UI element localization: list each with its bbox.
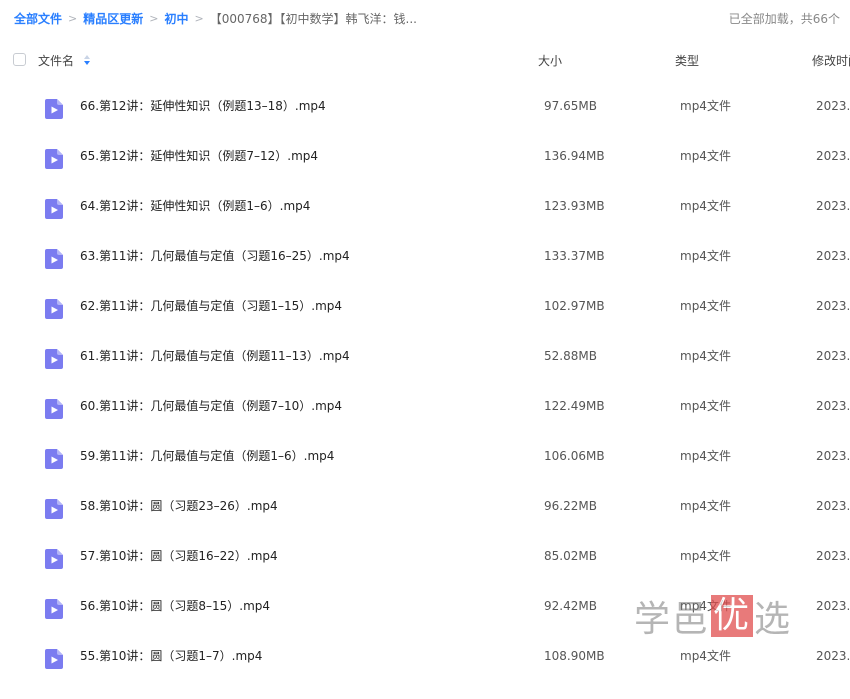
- file-modified-time: 2023.0: [816, 149, 850, 163]
- video-file-icon: [44, 348, 64, 370]
- file-size: 85.02MB: [544, 549, 597, 563]
- chevron-right-icon: >: [149, 12, 159, 25]
- breadcrumb-current-folder: 【000768】【初中数学】韩飞洋：钱...: [209, 12, 417, 26]
- file-modified-time: 2023.0: [816, 399, 850, 413]
- file-name[interactable]: 64.第12讲：延伸性知识（例题1–6）.mp4: [80, 199, 310, 213]
- file-modified-time: 2023.0: [816, 599, 850, 613]
- file-type: mp4文件: [680, 499, 731, 513]
- video-file-icon: [44, 448, 64, 470]
- watermark-char: 学: [634, 599, 673, 640]
- file-type: mp4文件: [680, 249, 731, 263]
- file-size: 97.65MB: [544, 99, 597, 113]
- watermark-char: 选: [754, 599, 793, 640]
- file-modified-time: 2023.0: [816, 549, 850, 563]
- file-row[interactable]: 66.第12讲：延伸性知识（例题13–18）.mp4 97.65MB mp4文件 20…: [0, 99, 850, 149]
- file-type: mp4文件: [680, 399, 731, 413]
- video-file-icon: [44, 648, 64, 670]
- video-file-icon: [44, 298, 64, 320]
- file-modified-time: 2023.0: [816, 299, 850, 313]
- video-file-icon: [44, 548, 64, 570]
- file-size: 136.94MB: [544, 149, 605, 163]
- watermark-logo: 学 邑 优 选: [634, 594, 792, 640]
- file-name[interactable]: 56.第10讲：圆（习题8–15）.mp4: [80, 599, 270, 613]
- video-file-icon: [44, 598, 64, 620]
- watermark-char: 邑: [672, 599, 711, 640]
- file-type: mp4文件: [680, 649, 731, 663]
- file-size: 106.06MB: [544, 449, 605, 463]
- file-name[interactable]: 60.第11讲：几何最值与定值（例题7–10）.mp4: [80, 399, 342, 413]
- file-modified-time: 2023.0: [816, 349, 850, 363]
- video-file-icon: [44, 98, 64, 120]
- breadcrumb-premium-updates[interactable]: 精品区更新: [83, 10, 143, 28]
- video-file-icon: [44, 398, 64, 420]
- file-row[interactable]: 64.第12讲：延伸性知识（例题1–6）.mp4 123.93MB mp4文件 202…: [0, 199, 850, 249]
- column-header-type[interactable]: 类型: [675, 52, 699, 69]
- file-name[interactable]: 55.第10讲：圆（习题1–7）.mp4: [80, 649, 262, 663]
- video-file-icon: [44, 498, 64, 520]
- file-size: 123.93MB: [544, 199, 605, 213]
- file-size: 133.37MB: [544, 249, 605, 263]
- watermark-char-highlight: 优: [711, 595, 754, 637]
- file-modified-time: 2023.0: [816, 199, 850, 213]
- file-type: mp4文件: [680, 199, 731, 213]
- column-header-size[interactable]: 大小: [538, 52, 562, 69]
- file-size: 122.49MB: [544, 399, 605, 413]
- file-size: 52.88MB: [544, 349, 597, 363]
- file-size: 96.22MB: [544, 499, 597, 513]
- file-modified-time: 2023.0: [816, 449, 850, 463]
- file-type: mp4文件: [680, 449, 731, 463]
- file-row[interactable]: 65.第12讲：延伸性知识（例题7–12）.mp4 136.94MB mp4文件 20…: [0, 149, 850, 199]
- file-row[interactable]: 62.第11讲：几何最值与定值（习题1–15）.mp4 102.97MB mp4文件…: [0, 299, 850, 349]
- file-row[interactable]: 60.第11讲：几何最值与定值（例题7–10）.mp4 122.49MB mp4文件…: [0, 399, 850, 449]
- file-row[interactable]: 61.第11讲：几何最值与定值（例题11–13）.mp4 52.88MB mp4文件…: [0, 349, 850, 399]
- file-name[interactable]: 61.第11讲：几何最值与定值（例题11–13）.mp4: [80, 349, 350, 363]
- chevron-right-icon: >: [68, 12, 78, 25]
- file-modified-time: 2023.0: [816, 649, 850, 663]
- file-row[interactable]: 58.第10讲：圆（习题23–26）.mp4 96.22MB mp4文件 2023.0: [0, 499, 850, 549]
- file-name[interactable]: 58.第10讲：圆（习题23–26）.mp4: [80, 499, 278, 513]
- file-name[interactable]: 62.第11讲：几何最值与定值（习题1–15）.mp4: [80, 299, 342, 313]
- breadcrumb: 全部文件 > 精品区更新 > 初中 > 【000768】【初中数学】韩飞洋：钱.…: [14, 10, 417, 28]
- file-name[interactable]: 57.第10讲：圆（习题16–22）.mp4: [80, 549, 278, 563]
- video-file-icon: [44, 248, 64, 270]
- file-list-header: 文件名 大小 类型 修改时间: [0, 46, 850, 74]
- file-name[interactable]: 65.第12讲：延伸性知识（例题7–12）.mp4: [80, 149, 318, 163]
- chevron-right-icon: >: [194, 12, 204, 25]
- loaded-count-status: 已全部加载，共66个: [728, 12, 840, 26]
- file-size: 92.42MB: [544, 599, 597, 613]
- file-modified-time: 2023.0: [816, 249, 850, 263]
- column-header-name[interactable]: 文件名: [38, 52, 74, 69]
- file-type: mp4文件: [680, 99, 731, 113]
- column-header-modified[interactable]: 修改时间: [812, 52, 850, 69]
- file-type: mp4文件: [680, 149, 731, 163]
- file-size: 108.90MB: [544, 649, 605, 663]
- file-row[interactable]: 59.第11讲：几何最值与定值（例题1–6）.mp4 106.06MB mp4文件 2…: [0, 449, 850, 499]
- breadcrumb-all-files[interactable]: 全部文件: [14, 10, 62, 28]
- video-file-icon: [44, 198, 64, 220]
- file-row[interactable]: 57.第10讲：圆（习题16–22）.mp4 85.02MB mp4文件 2023.0: [0, 549, 850, 599]
- file-modified-time: 2023.0: [816, 99, 850, 113]
- video-file-icon: [44, 148, 64, 170]
- breadcrumb-junior-high[interactable]: 初中: [164, 10, 188, 28]
- file-type: mp4文件: [680, 349, 731, 363]
- file-modified-time: 2023.0: [816, 499, 850, 513]
- file-row[interactable]: 63.第11讲：几何最值与定值（习题16–25）.mp4 133.37MB mp4文…: [0, 249, 850, 299]
- file-name[interactable]: 63.第11讲：几何最值与定值（习题16–25）.mp4: [80, 249, 350, 263]
- sort-desc-icon[interactable]: [84, 55, 90, 66]
- file-name[interactable]: 66.第12讲：延伸性知识（例题13–18）.mp4: [80, 99, 326, 113]
- select-all-checkbox[interactable]: [13, 53, 26, 66]
- file-type: mp4文件: [680, 549, 731, 563]
- file-type: mp4文件: [680, 299, 731, 313]
- file-name[interactable]: 59.第11讲：几何最值与定值（例题1–6）.mp4: [80, 449, 334, 463]
- file-size: 102.97MB: [544, 299, 605, 313]
- file-row[interactable]: 55.第10讲：圆（习题1–7）.mp4 108.90MB mp4文件 2023.0: [0, 649, 850, 699]
